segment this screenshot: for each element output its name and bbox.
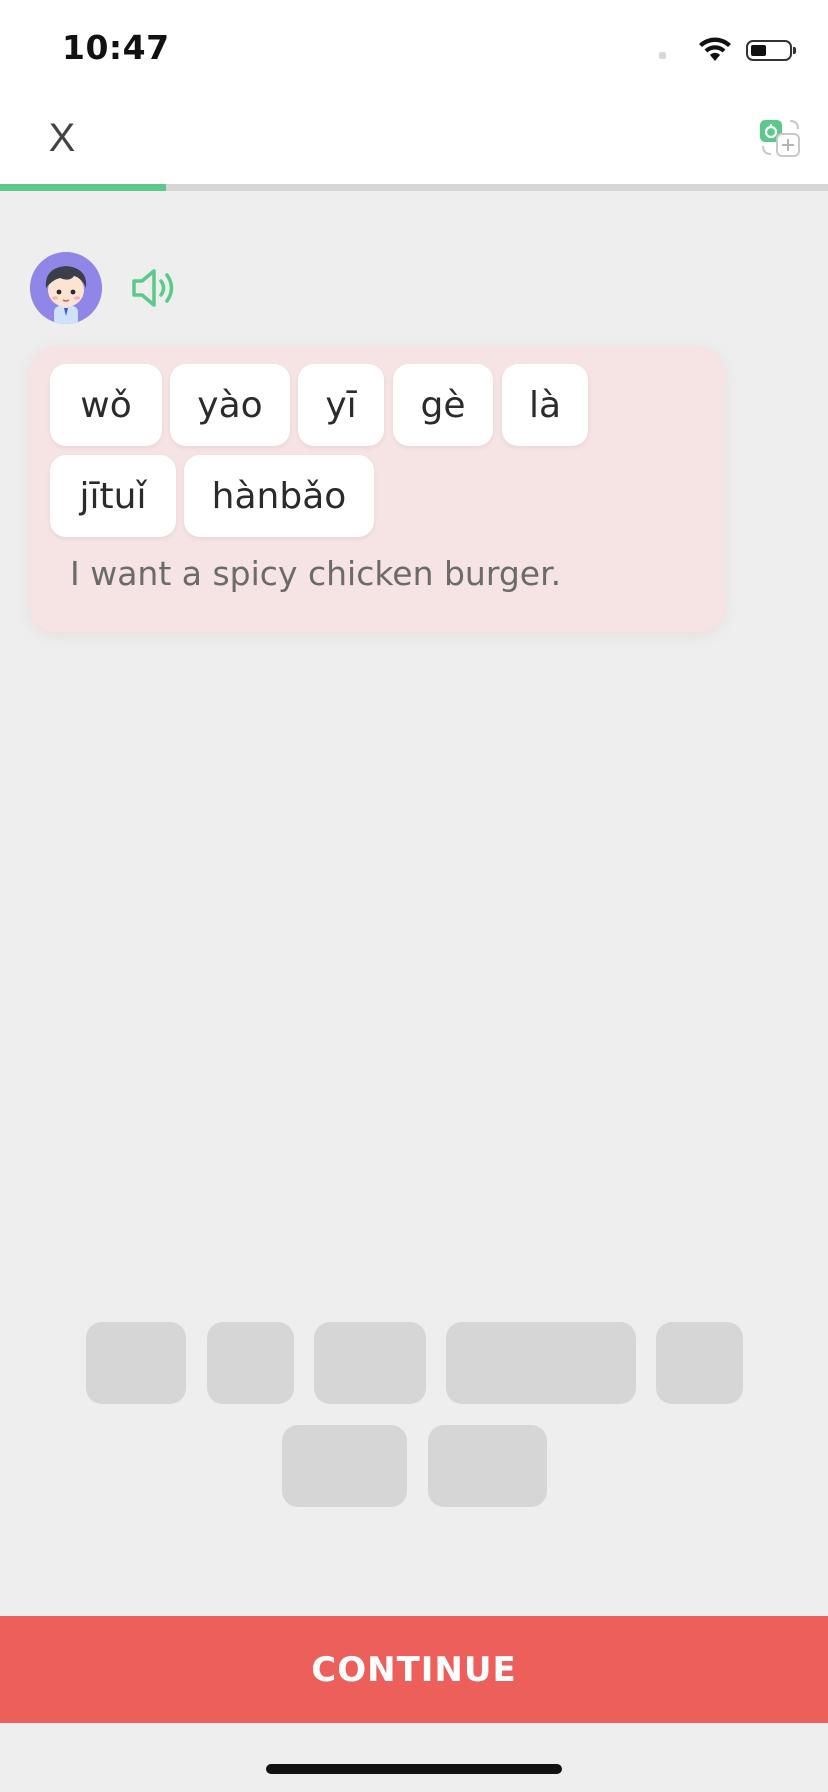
pinyin-word-4[interactable]: gè [393,364,493,446]
answer-slot[interactable] [314,1322,426,1404]
sentence-card: wǒ yào yī gè là jītuǐ hànbǎo I want a sp… [30,346,724,632]
pinyin-word-1[interactable]: wǒ [50,364,162,446]
english-translation: I want a spicy chicken burger. [70,554,562,593]
pinyin-word-7[interactable]: hànbǎo [184,455,374,537]
status-bar: 10:47 [0,0,828,98]
answer-slot[interactable] [86,1322,186,1404]
pinyin-word-3[interactable]: yī [298,364,384,446]
status-icons [659,34,796,66]
close-button[interactable]: X [42,116,82,160]
pinyin-word-6[interactable]: jītuǐ [50,455,176,537]
lesson-progress-bar [0,184,828,191]
continue-button[interactable]: CONTINUE [0,1616,828,1723]
answer-slot[interactable] [282,1425,407,1507]
battery-icon [746,39,796,61]
boy-avatar-illustration [30,252,102,324]
lesson-header: X [0,98,828,184]
lesson-progress-fill [0,184,166,191]
status-time: 10:47 [62,28,170,67]
speaker-avatar [30,252,102,324]
answer-slot[interactable] [446,1322,636,1404]
answer-slot[interactable] [656,1322,743,1404]
pinyin-word-5[interactable]: là [502,364,588,446]
speaker-audio-icon[interactable] [130,266,178,310]
wifi-icon [699,37,731,61]
home-indicator[interactable] [266,1764,562,1774]
translate-icon[interactable] [758,118,802,158]
answer-slot[interactable] [207,1322,294,1404]
answer-slot[interactable] [428,1425,547,1507]
cellular-signal-icon [659,51,666,59]
pinyin-word-2[interactable]: yào [170,364,290,446]
